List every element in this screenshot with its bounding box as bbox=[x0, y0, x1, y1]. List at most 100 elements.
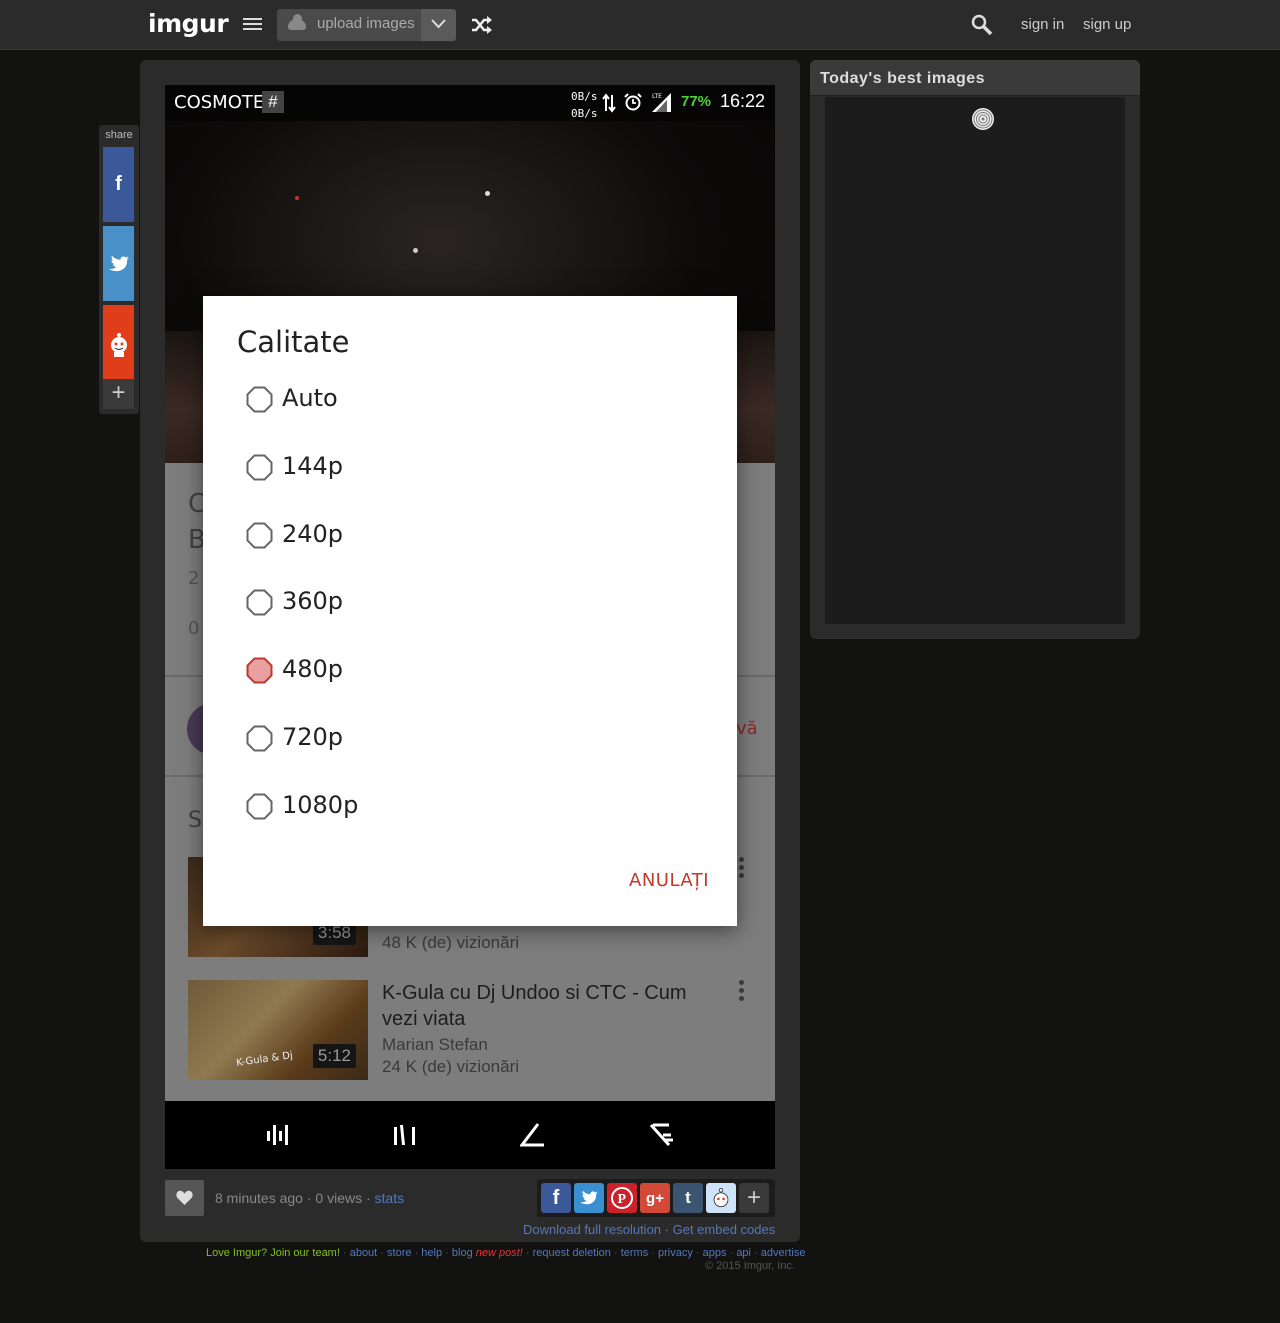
android-status-bar: COSMOTE # 0B/s 0B/s LTE 77% 16:22 bbox=[165, 85, 775, 121]
radio-empty-icon bbox=[246, 454, 273, 481]
get-embed-codes-link[interactable]: Get embed codes bbox=[673, 1222, 776, 1237]
plus-icon: + bbox=[746, 1184, 761, 1211]
quality-option: 1080p bbox=[243, 787, 683, 827]
quality-option: 240p bbox=[243, 516, 683, 556]
shuffle-icon[interactable] bbox=[471, 16, 492, 34]
footer-link-apps[interactable]: apps bbox=[703, 1247, 727, 1259]
quality-option-label: 240p bbox=[282, 520, 344, 548]
footer-link-api[interactable]: api bbox=[736, 1247, 751, 1259]
pinterest-share-button[interactable]: P bbox=[607, 1183, 637, 1213]
video-light-dot bbox=[413, 248, 418, 253]
radio-empty-icon bbox=[246, 386, 273, 413]
reddit-alien-icon bbox=[713, 1188, 729, 1208]
stats-link[interactable]: stats bbox=[375, 1190, 405, 1206]
upload-images-button[interactable]: upload images bbox=[277, 9, 421, 41]
more-share-button[interactable]: + bbox=[739, 1183, 769, 1213]
video-light-dot bbox=[295, 196, 299, 200]
footer-link-advertise[interactable]: advertise bbox=[761, 1247, 806, 1259]
footer-link-terms[interactable]: terms bbox=[621, 1247, 649, 1259]
imgur-logo[interactable]: imgur bbox=[148, 9, 229, 38]
todays-best-panel: Today's best images bbox=[810, 60, 1140, 639]
copyright: © 2015 Imgur, Inc. bbox=[705, 1260, 796, 1272]
network-speed: 0B/s 0B/s bbox=[571, 88, 598, 122]
social-share-strip: f P g+ t + bbox=[537, 1179, 775, 1217]
net-down-speed: 0B/s bbox=[571, 107, 598, 120]
subscribe-partial: vă bbox=[736, 718, 758, 739]
signal-lte-icon: LTE bbox=[652, 93, 671, 112]
quality-option-label: 360p bbox=[282, 587, 344, 615]
sign-in-link[interactable]: sign in bbox=[1021, 16, 1064, 33]
radio-empty-icon bbox=[246, 589, 273, 616]
share-label: share bbox=[105, 129, 133, 141]
panel-title: Today's best images bbox=[820, 70, 986, 87]
footer-link-privacy[interactable]: privacy bbox=[658, 1247, 693, 1259]
quality-option-label: 144p bbox=[282, 452, 344, 480]
status-clock: 16:22 bbox=[720, 91, 766, 111]
footer-link-blog[interactable]: blog bbox=[452, 1247, 473, 1259]
hamburger-menu-icon[interactable] bbox=[243, 18, 262, 32]
nav-glyph-icon bbox=[520, 1123, 544, 1147]
facebook-icon: f bbox=[552, 1186, 560, 1209]
join-team-link[interactable]: Love Imgur? Join our team! bbox=[206, 1247, 340, 1259]
top-navbar: imgur upload images sign in sign up bbox=[0, 0, 1280, 50]
quality-dialog: Calitate Auto 144p 240p 360p 480p 720p 1080p A… bbox=[203, 296, 737, 926]
footer-link-help[interactable]: help bbox=[421, 1247, 442, 1259]
chevron-down-icon bbox=[431, 19, 446, 29]
video-light-dot bbox=[485, 191, 490, 196]
share-reddit-button[interactable] bbox=[103, 305, 134, 380]
reddit-share-button[interactable] bbox=[706, 1183, 736, 1213]
alarm-icon bbox=[624, 93, 642, 111]
post-time: 8 minutes ago bbox=[215, 1190, 303, 1206]
share-twitter-button[interactable] bbox=[103, 226, 134, 301]
loading-spinner-icon bbox=[972, 108, 994, 130]
likes-partial: 0 bbox=[188, 618, 200, 639]
footer-link-store[interactable]: store bbox=[387, 1247, 411, 1259]
search-icon[interactable] bbox=[971, 14, 993, 36]
quality-option: 480p bbox=[243, 651, 683, 691]
thumbnail-text: K-Gula & Dj bbox=[235, 1050, 294, 1069]
facebook-share-button[interactable]: f bbox=[541, 1183, 571, 1213]
cloud-upload-icon bbox=[288, 14, 306, 30]
twitter-bird-icon bbox=[108, 255, 129, 271]
quality-option-label: 480p bbox=[282, 655, 344, 683]
data-transfer-icon bbox=[602, 93, 616, 113]
favorite-button[interactable] bbox=[165, 1180, 204, 1216]
cancel-button: ANULAȚI bbox=[629, 870, 710, 891]
quality-option-label: 720p bbox=[282, 723, 344, 751]
new-post-badge: new post! bbox=[475, 1247, 523, 1259]
radio-empty-icon bbox=[246, 522, 273, 549]
nav-glyph-icon bbox=[267, 1125, 288, 1145]
quality-option: Auto bbox=[243, 380, 683, 420]
download-links: Download full resolution · Get embed cod… bbox=[523, 1222, 776, 1237]
google-plus-share-button[interactable]: g+ bbox=[640, 1183, 670, 1213]
sign-up-link[interactable]: sign up bbox=[1083, 16, 1131, 33]
facebook-icon: f bbox=[115, 173, 122, 195]
nav-glyph-icon bbox=[394, 1125, 415, 1145]
related-video-views: 48 K (de) vizionări bbox=[382, 933, 520, 952]
twitter-share-button[interactable] bbox=[574, 1183, 604, 1213]
share-sidebar: share f + bbox=[99, 125, 139, 414]
quality-option: 360p bbox=[243, 583, 683, 623]
net-up-speed: 0B/s bbox=[571, 90, 598, 103]
share-facebook-button[interactable]: f bbox=[103, 147, 134, 222]
dialog-title: Calitate bbox=[237, 325, 350, 359]
quality-option: 720p bbox=[243, 719, 683, 759]
upload-images-label: upload images bbox=[317, 15, 415, 32]
post-meta: 8 minutes ago · 0 views · stats bbox=[215, 1190, 405, 1206]
carrier-name: COSMOTE bbox=[174, 92, 265, 113]
panel-header: Today's best images bbox=[810, 60, 1140, 96]
reddit-alien-icon bbox=[110, 332, 127, 357]
tumblr-share-button[interactable]: t bbox=[673, 1183, 703, 1213]
quality-option-label: 1080p bbox=[282, 791, 359, 819]
footer-link-request-deletion[interactable]: request deletion bbox=[533, 1247, 611, 1259]
more-options-icon bbox=[739, 857, 745, 883]
footer-link-about[interactable]: about bbox=[350, 1247, 378, 1259]
video-duration: 5:12 bbox=[312, 1044, 356, 1068]
related-video-title: K-Gula cu Dj Undoo si CTC - Cum vezi via… bbox=[382, 982, 687, 1030]
upload-dropdown-button[interactable] bbox=[421, 9, 456, 41]
more-options-icon bbox=[739, 980, 745, 1006]
download-full-resolution-link[interactable]: Download full resolution bbox=[523, 1222, 661, 1237]
share-more-button[interactable]: + bbox=[103, 379, 134, 409]
twitter-bird-icon bbox=[580, 1191, 598, 1205]
hash-badge: # bbox=[262, 91, 284, 113]
